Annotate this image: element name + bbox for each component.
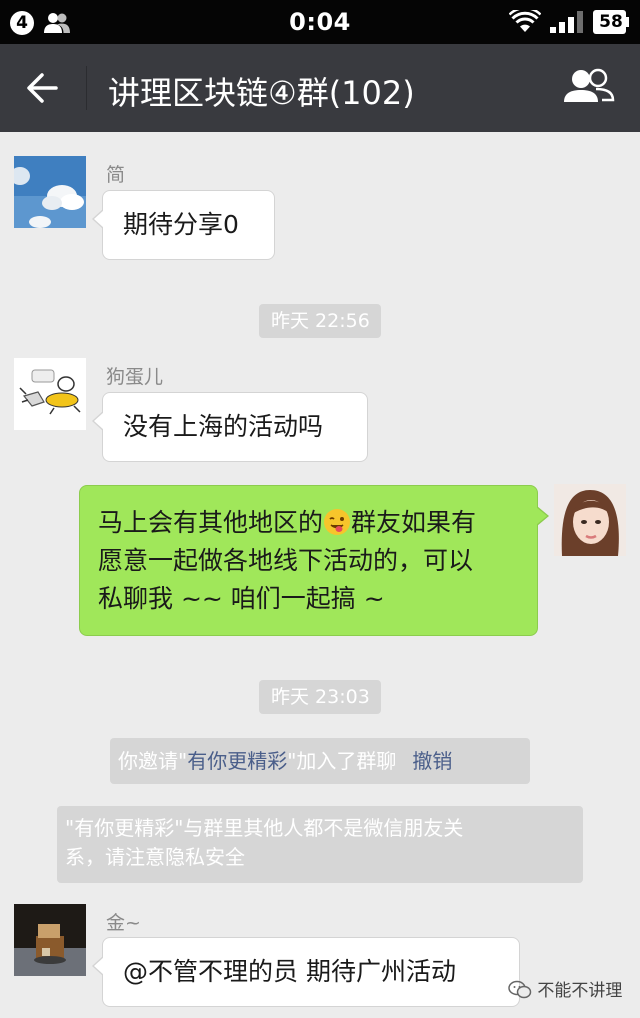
header-divider — [86, 66, 87, 110]
system-text: 系，请注意隐私安全 — [65, 845, 245, 869]
message-line: 马上会有其他地区的 群友如果有 — [98, 504, 519, 542]
message-text: 没有上海的活动吗 — [123, 412, 324, 441]
timestamp: 昨天 23:03 — [259, 680, 381, 714]
sender-name: 简 — [106, 164, 126, 186]
message-line: 愿意一起做各地线下活动的，可以 — [98, 546, 474, 575]
wechat-logo-icon — [508, 980, 532, 999]
watermark-text: 不能不讲理 — [537, 981, 623, 1001]
back-arrow-icon[interactable] — [18, 64, 68, 112]
system-message-invite: 你邀请"有你更精彩"加入了群聊 撤销 — [110, 738, 530, 784]
battery-level: 58 — [599, 12, 623, 32]
clock: 0:04 — [289, 8, 351, 36]
avatar[interactable] — [14, 156, 86, 228]
group-members-icon[interactable] — [560, 64, 618, 112]
message-bubble[interactable]: 没有上海的活动吗 — [92, 392, 368, 462]
watermark: 不能不讲理 — [508, 976, 622, 1002]
system-text: 你邀请" — [118, 749, 188, 773]
invited-user-link[interactable]: 有你更精彩 — [187, 749, 287, 773]
message-list[interactable]: 简 期待分享0 昨天 22:56 狗蛋儿 没有上海的活动吗 马上会有其他地区的群… — [0, 132, 640, 1018]
chat-header: 讲理区块链④群(102) — [0, 44, 640, 132]
message-text: 期待分享0 — [123, 210, 239, 239]
message-text: @不管不理的员 期待广州活动 — [123, 957, 456, 986]
sender-name: 狗蛋儿 — [106, 366, 164, 388]
signal-strength-icon — [550, 11, 583, 33]
avatar[interactable] — [14, 358, 86, 430]
system-text: "有你更精彩"与群里其他人都不是微信朋友关 — [65, 816, 464, 840]
my-avatar[interactable] — [554, 484, 626, 556]
message-text: 群友如果有 — [351, 508, 477, 537]
outgoing-message-bubble[interactable]: 马上会有其他地区的 群友如果有 愿意一起做各地线下活动的，可以 私聊我 ~~ 咱们… — [79, 485, 549, 636]
message-text: 马上会有其他地区的 — [98, 508, 324, 537]
message-line: 私聊我 ~~ 咱们一起搞 ~ — [98, 584, 385, 613]
system-text: "加入了群聊 — [287, 749, 397, 773]
timestamp: 昨天 22:56 — [259, 304, 381, 338]
chat-title: 讲理区块链④群(102) — [108, 74, 415, 112]
battery-icon: 58 — [592, 9, 630, 35]
message-bubble[interactable]: 期待分享0 — [92, 190, 275, 260]
revoke-invite-link[interactable]: 撤销 — [412, 749, 452, 773]
status-bar: 4 0:04 58 — [0, 0, 640, 44]
wink-tongue-emoji-icon — [324, 509, 351, 535]
wifi-icon — [509, 10, 541, 32]
avatar[interactable] — [14, 904, 86, 976]
message-bubble[interactable]: @不管不理的员 期待广州活动 — [92, 937, 520, 1007]
sender-name: 金~ — [106, 912, 141, 934]
system-message-privacy: "有你更精彩"与群里其他人都不是微信朋友关 系，请注意隐私安全 — [57, 806, 583, 883]
